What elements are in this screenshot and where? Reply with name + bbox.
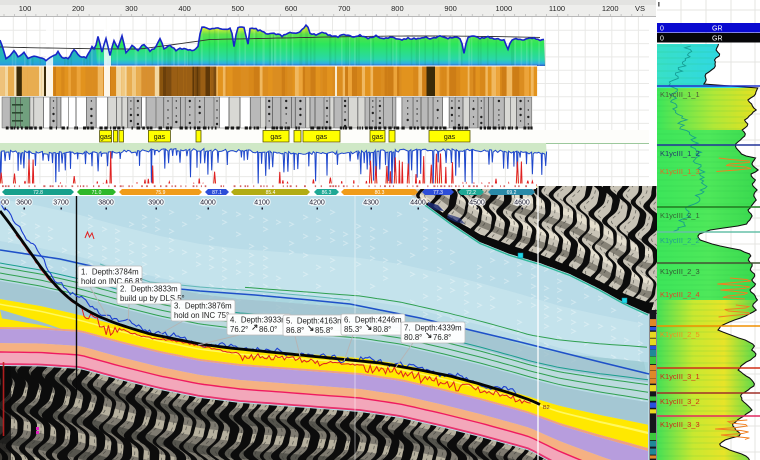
svg-text:4100: 4100 — [254, 200, 270, 207]
svg-text:5. Depth:4163m: 5. Depth:4163m — [286, 317, 344, 326]
svg-text:700: 700 — [338, 4, 351, 13]
svg-text:0: 0 — [660, 26, 664, 33]
svg-text:87.1: 87.1 — [212, 190, 222, 196]
svg-text:1100: 1100 — [549, 4, 565, 13]
svg-text:69.2: 69.2 — [507, 190, 517, 196]
svg-text:76.8°: 76.8° — [433, 333, 451, 342]
svg-text:K1ycIII_3_3: K1ycIII_3_3 — [660, 420, 700, 429]
svg-text:gas: gas — [316, 134, 328, 141]
svg-text:76.2°: 76.2° — [230, 325, 248, 334]
svg-text:K1ycIII_1_2: K1ycIII_1_2 — [660, 149, 700, 158]
svg-text:500: 500 — [232, 4, 245, 13]
svg-text:4200: 4200 — [309, 200, 325, 207]
svg-text:86.8°: 86.8° — [286, 326, 304, 335]
svg-text:72.2: 72.2 — [466, 190, 476, 196]
svg-text:K1ycIII_2_3: K1ycIII_2_3 — [660, 267, 700, 276]
svg-text:85.3°: 85.3° — [344, 325, 362, 334]
svg-text:4. Depth:3933m: 4. Depth:3933m — [230, 316, 288, 325]
svg-text:86.3: 86.3 — [322, 190, 332, 196]
svg-text:K1ycIII_2_2: K1ycIII_2_2 — [660, 236, 700, 245]
svg-text:100: 100 — [19, 4, 32, 13]
svg-text:3600: 3600 — [16, 200, 32, 207]
svg-text:80.8°: 80.8° — [373, 325, 391, 334]
svg-text:K1ycIII_2_5: K1ycIII_2_5 — [660, 330, 700, 339]
svg-text:72.8: 72.8 — [33, 190, 43, 196]
svg-text:GR: GR — [712, 26, 723, 33]
svg-text:hold on INC 75°: hold on INC 75° — [174, 311, 229, 320]
svg-text:800: 800 — [391, 4, 404, 13]
svg-text:400: 400 — [178, 4, 191, 13]
svg-text:GR: GR — [712, 36, 723, 43]
svg-text:K1ycIII_3_2: K1ycIII_3_2 — [660, 397, 700, 406]
svg-text:1200: 1200 — [602, 4, 619, 13]
svg-text:200: 200 — [72, 4, 85, 13]
svg-text:7. Depth:4339m: 7. Depth:4339m — [404, 324, 462, 333]
svg-text:85.4: 85.4 — [266, 190, 276, 196]
svg-text:85.8°: 85.8° — [315, 326, 333, 335]
svg-text:gas: gas — [100, 134, 112, 141]
svg-text:0: 0 — [660, 36, 664, 43]
svg-text:2. Depth:3833m: 2. Depth:3833m — [120, 285, 178, 294]
svg-text:K1ycIII_1_3: K1ycIII_1_3 — [660, 167, 700, 176]
svg-text:gas: gas — [154, 134, 166, 141]
svg-text:K1ycIII_3_1: K1ycIII_3_1 — [660, 372, 700, 381]
svg-text:gas: gas — [372, 134, 384, 141]
svg-text:3800: 3800 — [98, 200, 114, 207]
svg-text:900: 900 — [444, 4, 457, 13]
svg-text:4300: 4300 — [363, 200, 379, 207]
svg-text:1. Depth:3784m: 1. Depth:3784m — [81, 268, 139, 277]
svg-text:4000: 4000 — [200, 200, 216, 207]
svg-text:77.3: 77.3 — [433, 190, 443, 196]
svg-text:gas: gas — [270, 134, 282, 141]
svg-text:75.9: 75.9 — [156, 190, 166, 196]
svg-text:K1ycIII_1_1: K1ycIII_1_1 — [660, 90, 700, 99]
svg-text:4600: 4600 — [514, 200, 530, 207]
svg-text:K1ycIII_2_4: K1ycIII_2_4 — [660, 290, 700, 299]
svg-text:71.0: 71.0 — [92, 190, 102, 196]
svg-text:gas: gas — [444, 134, 456, 141]
svg-text:600: 600 — [285, 4, 298, 13]
svg-text:3700: 3700 — [53, 200, 69, 207]
svg-text:VS: VS — [635, 4, 645, 13]
svg-text:3. Depth:3876m: 3. Depth:3876m — [174, 302, 232, 311]
svg-text:4500: 4500 — [469, 200, 485, 207]
svg-text:80.3: 80.3 — [375, 190, 385, 196]
svg-text:80.8°: 80.8° — [404, 333, 422, 342]
svg-text:6. Depth:4246m: 6. Depth:4246m — [344, 316, 402, 325]
svg-text:K1ycIII_2_1: K1ycIII_2_1 — [660, 211, 700, 220]
svg-text:B2: B2 — [543, 405, 550, 411]
svg-text:3900: 3900 — [148, 200, 164, 207]
svg-text:4400: 4400 — [410, 200, 426, 207]
svg-text:300: 300 — [125, 4, 138, 13]
svg-text:86.0°: 86.0° — [259, 325, 277, 334]
svg-text:1000: 1000 — [495, 4, 512, 13]
svg-text:00: 00 — [1, 200, 9, 207]
